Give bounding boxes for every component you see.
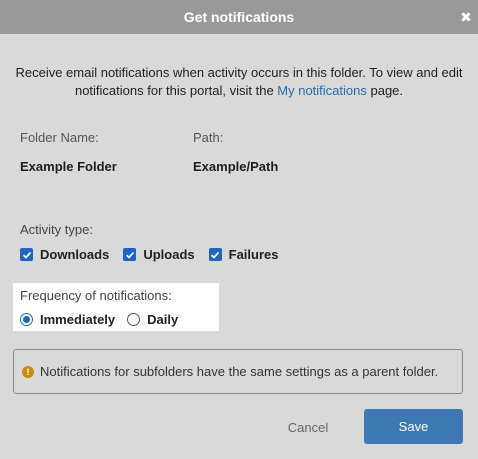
failures-checkbox[interactable]: Failures — [208, 247, 279, 262]
dialog-header: Get notifications ✖ — [0, 0, 478, 34]
path-value: Example/Path — [193, 159, 279, 174]
frequency-options: Immediately Daily — [20, 312, 190, 327]
uploads-checkbox[interactable]: Uploads — [123, 247, 195, 262]
warning-icon: ! — [22, 365, 34, 378]
downloads-label: Downloads — [40, 247, 110, 262]
close-icon[interactable]: ✖ — [458, 7, 474, 27]
activity-type-options: Downloads Uploads Failures — [20, 247, 293, 262]
activity-type-label: Activity type: — [20, 222, 93, 237]
dialog-title: Get notifications — [183, 9, 295, 25]
checkbox-checked-icon[interactable] — [20, 248, 33, 261]
folder-name-value: Example Folder — [20, 159, 117, 174]
folder-name-label: Folder Name: — [20, 130, 99, 145]
radio-selected-icon[interactable] — [20, 313, 33, 326]
failures-label: Failures — [228, 247, 279, 262]
frequency-label: Frequency of notifications: — [20, 288, 172, 303]
immediately-radio[interactable]: Immediately — [20, 312, 115, 327]
radio-unselected-icon[interactable] — [127, 313, 141, 326]
path-label: Path: — [193, 130, 224, 145]
immediately-label: Immediately — [40, 312, 116, 327]
subfolder-notice: ! Notifications for subfolders have the … — [13, 349, 463, 394]
daily-radio[interactable]: Daily — [127, 312, 178, 327]
checkbox-checked-icon[interactable] — [208, 248, 222, 261]
notice-text: Notifications for subfolders have the sa… — [40, 364, 439, 379]
intro-text-after: page. — [366, 83, 404, 98]
frequency-group: Frequency of notifications: Immediately … — [13, 283, 219, 331]
downloads-checkbox[interactable]: Downloads — [20, 247, 109, 262]
daily-label: Daily — [147, 312, 179, 327]
intro-text: Receive email notifications when activit… — [12, 64, 466, 100]
cancel-button[interactable]: Cancel — [270, 413, 346, 441]
my-notifications-link[interactable]: My notifications — [277, 83, 367, 98]
uploads-label: Uploads — [143, 247, 195, 262]
checkbox-checked-icon[interactable] — [123, 248, 137, 261]
save-button[interactable]: Save — [364, 409, 463, 444]
